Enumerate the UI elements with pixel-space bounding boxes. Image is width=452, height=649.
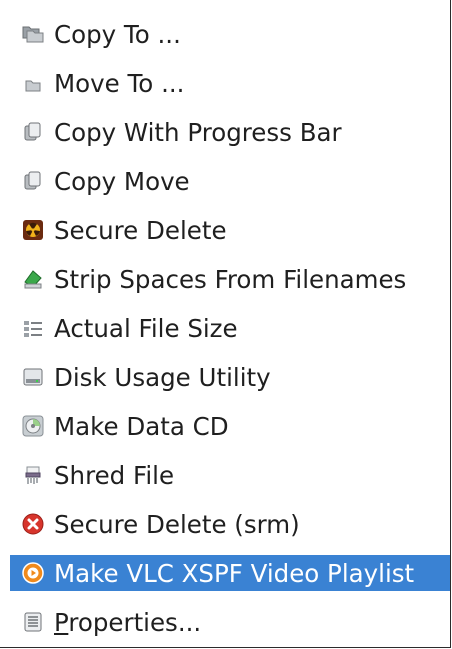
menu-item-label: Secure Delete xyxy=(54,215,227,245)
menu-item-label: Copy Move xyxy=(54,166,190,196)
menu-item-copy-with-progress-bar[interactable]: Copy With Progress Bar xyxy=(10,114,450,150)
folders-icon xyxy=(22,23,44,45)
properties-icon xyxy=(22,611,44,633)
menu-item-move-to[interactable]: Move To ... xyxy=(10,65,450,101)
copy-icon xyxy=(22,121,44,143)
menu-item-label: Strip Spaces From Filenames xyxy=(54,264,407,294)
red-x-icon xyxy=(22,513,44,535)
cd-icon xyxy=(22,415,44,437)
menu-item-make-data-cd[interactable]: Make Data CD xyxy=(10,408,450,444)
menu-item-shred-file[interactable]: Shred File xyxy=(10,457,450,493)
menu-item-secure-delete[interactable]: Secure Delete xyxy=(10,212,450,248)
copy-icon xyxy=(22,170,44,192)
menu-item-actual-file-size[interactable]: Actual File Size xyxy=(10,310,450,346)
vlc-icon xyxy=(22,562,44,584)
menu-item-label-rest: roperties... xyxy=(68,607,202,637)
menu-item-label: Disk Usage Utility xyxy=(54,362,271,392)
context-menu: Copy To ... Move To ... Copy With Progre… xyxy=(0,0,451,648)
rename-icon xyxy=(22,268,44,290)
disk-icon xyxy=(22,366,44,388)
menu-item-secure-delete-srm[interactable]: Secure Delete (srm) xyxy=(10,506,450,542)
menu-item-label: Copy With Progress Bar xyxy=(54,117,342,147)
menu-item-make-vlc-playlist[interactable]: Make VLC XSPF Video Playlist xyxy=(10,555,450,591)
menu-item-copy-move[interactable]: Copy Move xyxy=(10,163,450,199)
menu-item-disk-usage-utility[interactable]: Disk Usage Utility xyxy=(10,359,450,395)
menu-item-copy-to[interactable]: Copy To ... xyxy=(10,16,450,52)
menu-item-label: Secure Delete (srm) xyxy=(54,509,300,539)
folder-icon xyxy=(22,72,44,94)
menu-item-label: Properties... xyxy=(54,608,201,637)
menu-item-label: Shred File xyxy=(54,460,175,490)
menu-item-label: Move To ... xyxy=(54,68,185,98)
mnemonic-letter: P xyxy=(54,607,69,637)
shredder-icon xyxy=(22,464,44,486)
menu-item-properties[interactable]: Properties... xyxy=(10,604,450,640)
menu-item-label: Make VLC XSPF Video Playlist xyxy=(54,558,415,588)
details-list-icon xyxy=(22,317,44,339)
menu-item-label: Actual File Size xyxy=(54,313,238,343)
menu-item-label: Make Data CD xyxy=(54,411,229,441)
radiation-icon xyxy=(22,219,44,241)
menu-item-label: Copy To ... xyxy=(54,19,181,49)
menu-item-strip-spaces[interactable]: Strip Spaces From Filenames xyxy=(10,261,450,297)
